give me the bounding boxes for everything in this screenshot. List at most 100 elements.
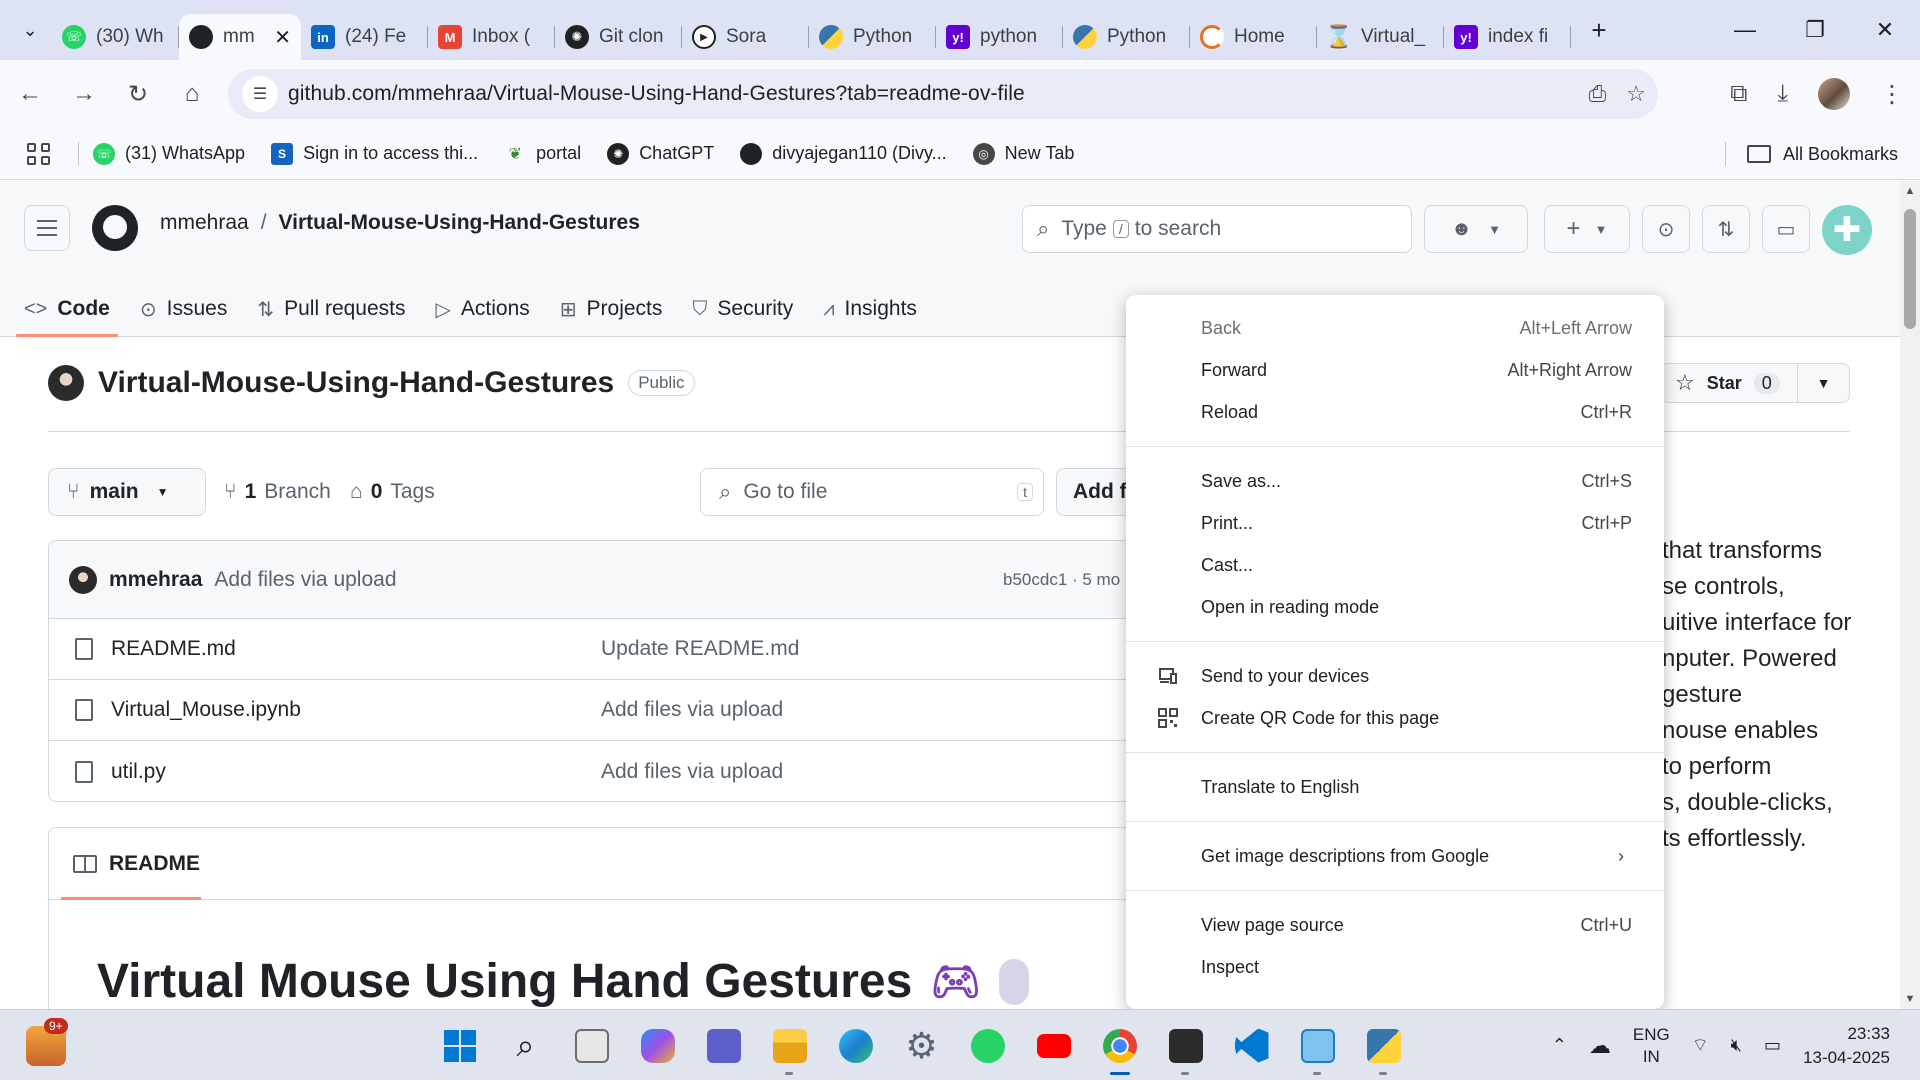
readme-tab[interactable]: README	[49, 828, 1177, 900]
pull-requests-button[interactable]: ⇅	[1702, 205, 1750, 253]
url-text[interactable]: github.com/mmehraa/Virtual-Mouse-Using-H…	[288, 82, 1025, 106]
site-info-icon[interactable]: ☰	[242, 76, 278, 112]
issues-button[interactable]: ⊙	[1642, 205, 1690, 253]
copilot-taskbar-button[interactable]	[634, 1022, 681, 1069]
back-button[interactable]: ←	[6, 70, 54, 118]
file-row[interactable]: README.md Update README.md	[49, 619, 1177, 680]
go-to-file-input[interactable]: ⌕ Go to file t	[700, 468, 1044, 516]
star-dropdown-button[interactable]: ▼	[1797, 364, 1849, 402]
scroll-thumb[interactable]	[1904, 209, 1916, 329]
chrome-button[interactable]	[1096, 1022, 1143, 1075]
tab-yahoo-index[interactable]: y! index fi	[1444, 14, 1571, 60]
terminal-button[interactable]	[1162, 1022, 1209, 1075]
restore-button[interactable]: ❐	[1780, 0, 1850, 60]
close-window-button[interactable]: ✕	[1850, 0, 1920, 60]
language-indicator[interactable]: ENG IN	[1633, 1024, 1670, 1068]
branches-link[interactable]: ⑂ 1 Branch	[224, 468, 331, 516]
reload-button[interactable]: ↻	[114, 70, 162, 118]
tab-linkedin[interactable]: in (24) Fe	[301, 14, 428, 60]
file-row[interactable]: Virtual_Mouse.ipynb Add files via upload	[49, 680, 1177, 741]
speaker-muted-icon[interactable]: 🔇︎	[1731, 1035, 1742, 1056]
bookmark-sign-in[interactable]: S Sign in to access thi...	[271, 142, 478, 165]
owner-link[interactable]: mmehraa	[160, 211, 249, 235]
tab-security[interactable]: ⛉ Security	[692, 281, 793, 337]
bookmark-github-divya[interactable]: divyajegan110 (Divy...	[740, 142, 947, 165]
close-tab-icon[interactable]: ✕	[274, 25, 291, 50]
edge-button[interactable]	[832, 1022, 879, 1069]
file-name[interactable]: README.md	[111, 637, 236, 661]
menu-item-qr-code[interactable]: Create QR Code for this page	[1126, 697, 1664, 739]
tab-yahoo-python[interactable]: y! python	[936, 14, 1063, 60]
scroll-up-icon[interactable]: ▲	[1904, 185, 1916, 197]
install-app-icon[interactable]: ⎙	[1589, 81, 1607, 107]
youtube-button[interactable]	[1030, 1022, 1077, 1069]
github-logo-icon[interactable]	[92, 205, 138, 251]
menu-item-save-as[interactable]: Save as... Ctrl+S	[1126, 460, 1664, 502]
tab-issues[interactable]: ⊙ Issues	[140, 281, 227, 337]
start-button[interactable]	[436, 1022, 483, 1069]
menu-item-cast[interactable]: Cast...	[1126, 544, 1664, 586]
chevron-up-icon[interactable]: ⌃	[1552, 1035, 1567, 1056]
whatsapp-taskbar-button[interactable]	[964, 1022, 1011, 1069]
tab-sora[interactable]: ▶ Sora	[682, 14, 809, 60]
address-bar[interactable]: ☰ github.com/mmehraa/Virtual-Mouse-Using…	[228, 69, 1658, 119]
menu-item-back[interactable]: Back Alt+Left Arrow	[1126, 307, 1664, 349]
minimize-button[interactable]: —	[1710, 0, 1780, 60]
page-scrollbar[interactable]: ▲ ▼	[1900, 181, 1920, 1009]
new-tab-button[interactable]: +	[1581, 12, 1617, 48]
file-commit-message[interactable]: Update README.md	[601, 637, 799, 661]
tags-link[interactable]: ⌂ 0 Tags	[350, 468, 435, 516]
vscode-button[interactable]	[1228, 1022, 1275, 1069]
repo-link[interactable]: Virtual-Mouse-Using-Hand-Gestures	[279, 211, 640, 235]
commit-hash[interactable]: b50cdc1 · 5 mo	[1003, 570, 1120, 590]
bookmark-star-icon[interactable]: ☆	[1626, 81, 1646, 107]
tab-insights[interactable]: ⩘ Insights	[823, 281, 917, 337]
search-button[interactable]: ⌕	[502, 1022, 549, 1069]
copilot-button[interactable]: ☻ ▼	[1424, 205, 1528, 253]
apps-grid-icon[interactable]	[24, 139, 54, 169]
tab-chatgpt[interactable]: ✺ Git clon	[555, 14, 682, 60]
tab-python-2[interactable]: Python	[1063, 14, 1190, 60]
settings-button[interactable]: ⚙	[898, 1022, 945, 1069]
file-name[interactable]: Virtual_Mouse.ipynb	[111, 698, 301, 722]
tab-virtual[interactable]: ⌛ Virtual_	[1317, 14, 1444, 60]
scroll-down-icon[interactable]: ▼	[1904, 993, 1916, 1005]
teams-button[interactable]	[700, 1022, 747, 1069]
tab-projects[interactable]: ⊞ Projects	[560, 281, 663, 337]
tab-github-active[interactable]: mm ✕	[179, 14, 301, 60]
onedrive-icon[interactable]: ☁	[1589, 1033, 1611, 1059]
menu-kebab-icon[interactable]: ⋮	[1880, 80, 1904, 109]
extensions-icon[interactable]: ⧉	[1730, 80, 1747, 108]
menu-item-translate[interactable]: Translate to English	[1126, 766, 1664, 808]
bookmark-new-tab[interactable]: ◎ New Tab	[972, 142, 1074, 165]
menu-item-send-to-devices[interactable]: Send to your devices	[1126, 655, 1664, 697]
menu-item-reading-mode[interactable]: Open in reading mode	[1126, 586, 1664, 628]
file-commit-message[interactable]: Add files via upload	[601, 760, 783, 784]
search-input[interactable]: ⌕ Type / to search	[1022, 205, 1412, 253]
menu-item-inspect[interactable]: Inspect	[1126, 946, 1664, 988]
file-row[interactable]: util.py Add files via upload	[49, 741, 1177, 801]
python-app-button[interactable]	[1360, 1022, 1407, 1075]
menu-item-reload[interactable]: Reload Ctrl+R	[1126, 391, 1664, 433]
tab-search-button[interactable]: ⌄	[8, 10, 52, 50]
create-new-button[interactable]: + ▼	[1544, 205, 1630, 253]
menu-item-image-descriptions[interactable]: Get image descriptions from Google ›	[1126, 835, 1664, 877]
task-view-button[interactable]	[568, 1022, 615, 1069]
tab-home[interactable]: Home	[1190, 14, 1317, 60]
inbox-button[interactable]: ▭	[1762, 205, 1810, 253]
wifi-icon[interactable]: ⌔	[1692, 1034, 1709, 1057]
bookmark-chatgpt[interactable]: ✺ ChatGPT	[607, 142, 714, 165]
clock[interactable]: 23:33 13-04-2025	[1803, 1022, 1890, 1070]
tab-pull-requests[interactable]: ⇅ Pull requests	[257, 281, 405, 337]
commit-message[interactable]: Add files via upload	[214, 568, 396, 592]
tab-code[interactable]: <> Code	[16, 281, 118, 337]
battery-icon[interactable]: ▭	[1764, 1035, 1781, 1056]
tab-whatsapp[interactable]: ☏ (30) Wh	[52, 14, 179, 60]
tab-actions[interactable]: ▷ Actions	[436, 281, 530, 337]
forward-button[interactable]: →	[60, 70, 108, 118]
menu-item-print[interactable]: Print... Ctrl+P	[1126, 502, 1664, 544]
file-commit-message[interactable]: Add files via upload	[601, 698, 783, 722]
file-name[interactable]: util.py	[111, 760, 166, 784]
profile-avatar[interactable]	[1818, 78, 1850, 110]
commit-author[interactable]: mmehraa	[109, 568, 202, 592]
